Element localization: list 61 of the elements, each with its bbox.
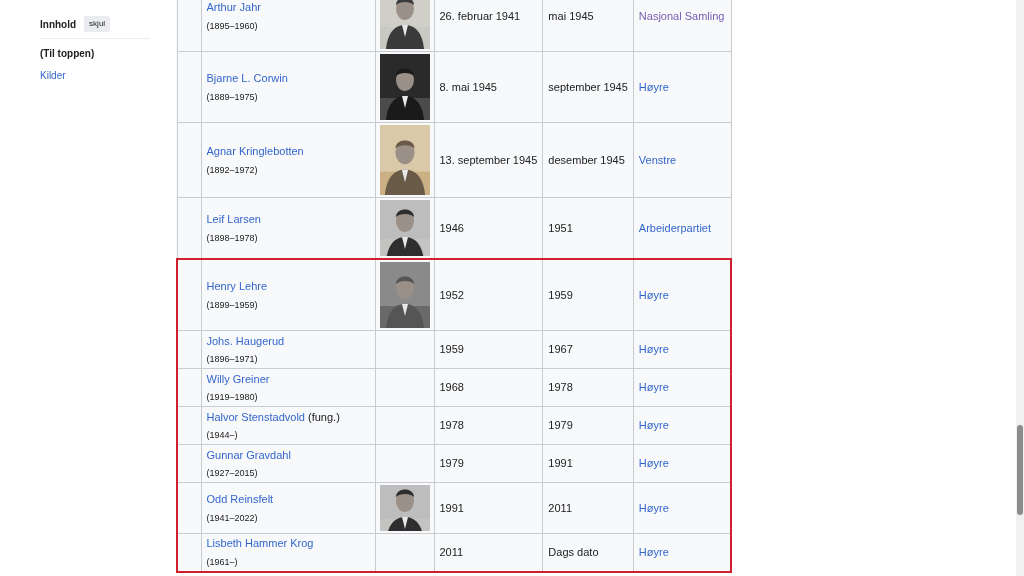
start-date: 8. mai 1945 — [439, 80, 497, 93]
contents-link[interactable]: Kilder — [40, 68, 150, 83]
life-years: (1961–) — [206, 555, 239, 569]
end-date: 1967 — [548, 343, 573, 356]
party-link[interactable]: Høyre — [638, 501, 669, 514]
end-date: mai 1945 — [548, 9, 594, 22]
person-link[interactable]: Gunnar Gravdahl — [206, 448, 291, 461]
start-date: 1991 — [439, 501, 464, 514]
person-link[interactable]: Bjarne L. Corwin — [206, 72, 288, 84]
end-date: desember 1945 — [548, 153, 625, 166]
person-link[interactable]: Odd Reinsfelt — [206, 493, 274, 505]
start-date: 1946 — [439, 221, 464, 234]
person-link[interactable]: Lisbeth Hammer Krog — [206, 537, 314, 550]
end-date: 1959 — [548, 288, 573, 301]
person-link[interactable]: Willy Greiner — [206, 372, 270, 385]
party-link[interactable]: Høyre — [638, 288, 669, 301]
party-link[interactable]: Arbeiderpartiet — [638, 221, 711, 234]
start-date: 13. september 1945 — [439, 153, 538, 166]
life-years: (1892–1972) — [206, 163, 259, 177]
start-date: 1978 — [439, 419, 464, 432]
scrollbar[interactable] — [1016, 0, 1024, 576]
end-date: 1979 — [548, 419, 573, 432]
life-years: (1895–1960) — [206, 19, 259, 33]
life-years: (1927–2015) — [206, 467, 259, 480]
life-years: (1889–1975) — [206, 90, 259, 104]
start-date: 1952 — [439, 288, 464, 301]
life-years: (1898–1978) — [206, 231, 259, 245]
end-date: Dags dato — [548, 546, 599, 558]
life-years: (1944–) — [206, 429, 239, 442]
hide-button[interactable]: skjul — [84, 16, 111, 32]
scrollbar-thumb[interactable] — [1017, 425, 1023, 515]
person-link[interactable]: Johs. Haugerud — [206, 334, 285, 347]
person-link[interactable]: Halvor Stenstadvold — [206, 410, 305, 423]
start-date: 2011 — [439, 546, 464, 558]
party-link[interactable]: Høyre — [638, 343, 669, 356]
end-date: september 1945 — [548, 80, 628, 93]
life-years: (1919–1980) — [206, 391, 259, 404]
acting-note: (fung.) — [307, 410, 340, 423]
party-link[interactable]: Høyre — [638, 80, 669, 93]
life-years: (1899–1959) — [206, 298, 259, 312]
end-date: 1951 — [548, 221, 573, 234]
contents-link[interactable]: (Til toppen) — [40, 46, 150, 61]
end-date: 1978 — [548, 381, 573, 394]
start-date: 1968 — [439, 381, 464, 394]
start-date: 1959 — [439, 343, 464, 356]
person-link[interactable]: Arthur Jahr — [206, 1, 261, 13]
end-date: 2011 — [548, 501, 572, 514]
person-link[interactable]: Henry Lehre — [206, 280, 268, 292]
party-link[interactable]: Høyre — [638, 381, 669, 394]
person-link[interactable]: Leif Larsen — [206, 213, 261, 225]
contents-heading: Innhold — [40, 17, 77, 32]
party-link[interactable]: Høyre — [638, 457, 669, 470]
party-link[interactable]: Høyre — [638, 419, 669, 432]
start-date: 1979 — [439, 457, 464, 470]
life-years: (1896–1971) — [206, 353, 259, 366]
person-link[interactable]: Agnar Kringlebotten — [206, 145, 304, 157]
party-link[interactable]: Venstre — [638, 153, 677, 166]
life-years: (1941–2022) — [206, 511, 259, 525]
end-date: 1991 — [548, 457, 573, 470]
party-link[interactable]: Høyre — [638, 546, 669, 558]
start-date: 26. februar 1941 — [439, 9, 521, 22]
